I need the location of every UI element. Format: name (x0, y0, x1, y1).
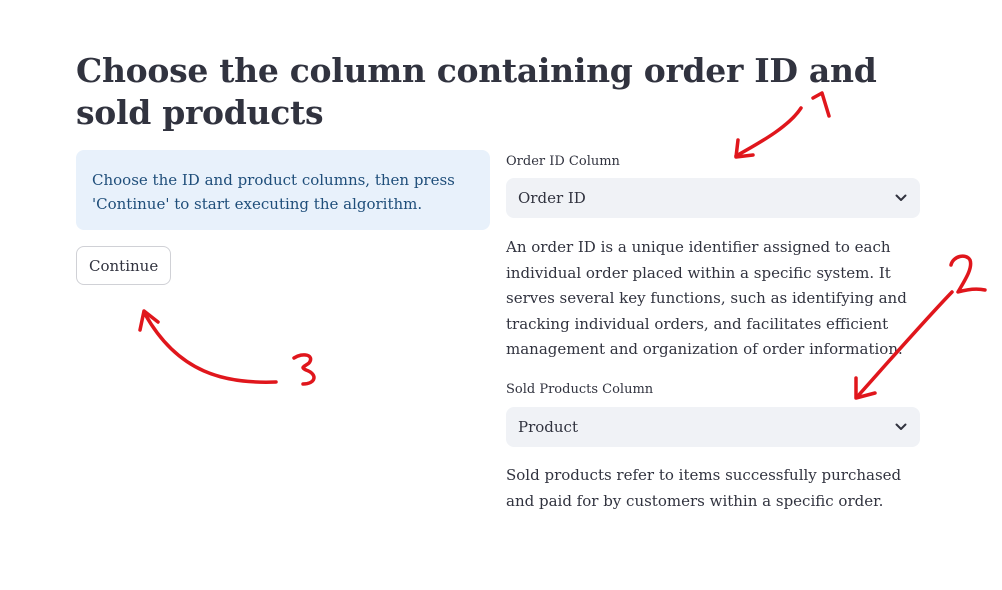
info-alert: Choose the ID and product columns, then … (76, 150, 490, 230)
order-id-column-select[interactable]: Order ID (506, 178, 920, 218)
sold-products-column-select[interactable]: Product (506, 407, 920, 447)
order-id-column-label: Order ID Column (506, 154, 620, 169)
annotation-3 (138, 309, 316, 386)
sold-products-column-label: Sold Products Column (506, 382, 654, 397)
sold-products-description: Sold products refer to items successfull… (506, 466, 902, 510)
continue-button[interactable]: Continue (76, 246, 172, 285)
order-id-selected-value: Order ID (518, 189, 586, 207)
arrowhead-icon (854, 376, 877, 400)
sold-products-selected-value: Product (518, 418, 578, 436)
arrow-icon (143, 312, 278, 384)
page-title: Choose the column containing order ID an… (76, 51, 877, 132)
order-id-description: An order ID is a unique identifier assig… (506, 238, 907, 359)
digit-three-icon (292, 353, 316, 386)
chevron-down-icon (894, 191, 908, 205)
chevron-down-icon (894, 420, 908, 434)
arrowhead-icon (138, 309, 160, 332)
digit-two-icon (949, 254, 987, 294)
arrowhead-icon (734, 138, 755, 159)
